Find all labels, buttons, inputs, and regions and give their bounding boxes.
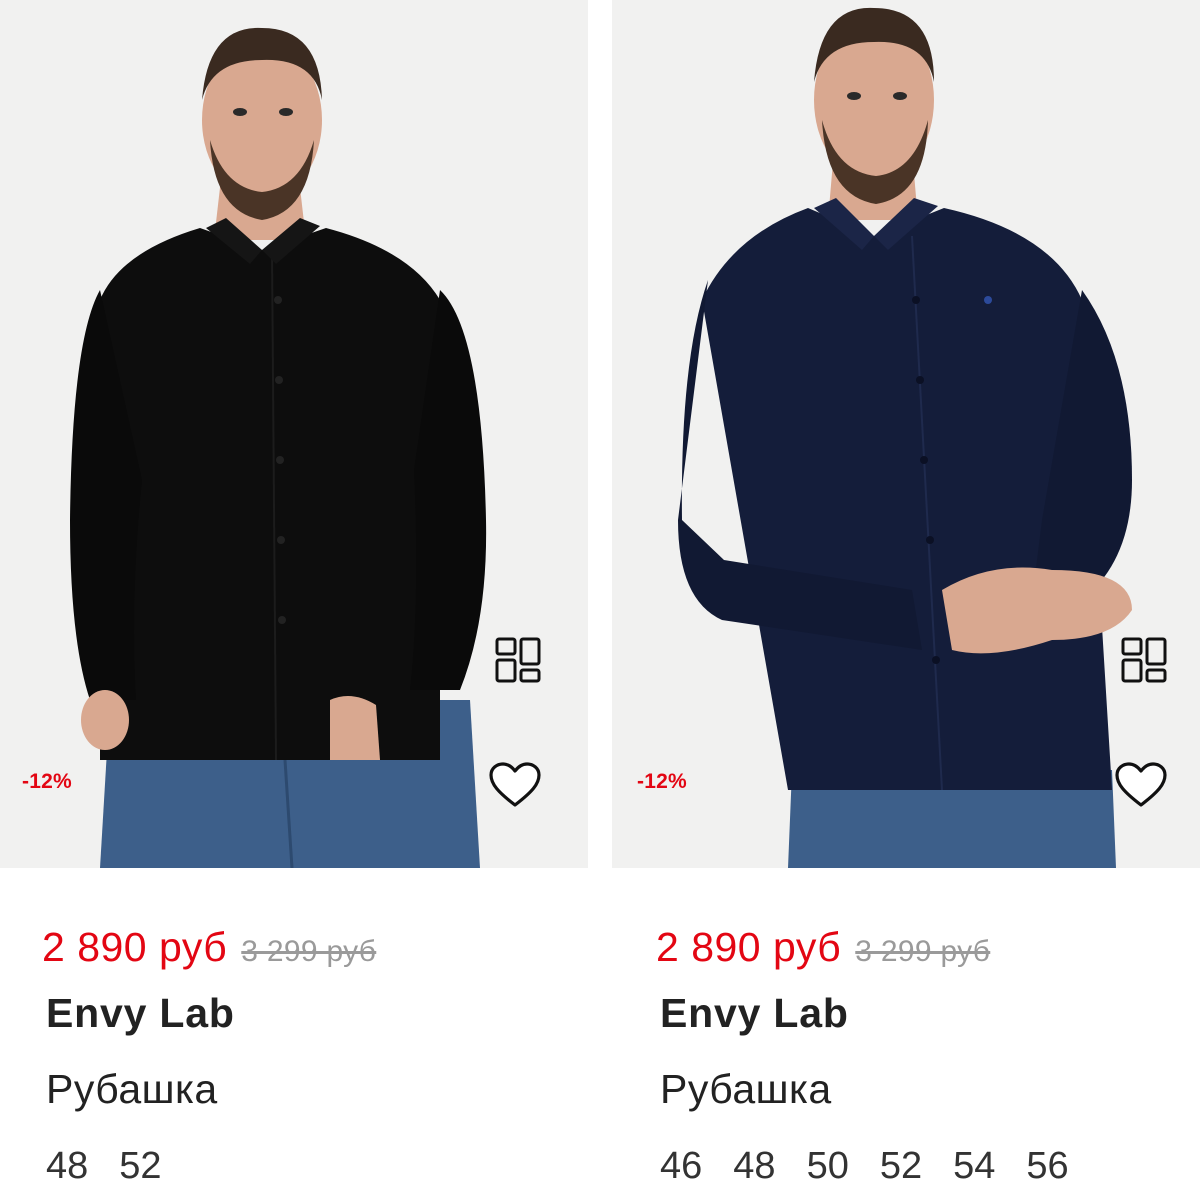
size-option[interactable]: 54	[953, 1145, 995, 1188]
look-grid-button[interactable]	[492, 634, 544, 686]
current-price: 2 890 руб	[42, 924, 228, 970]
product-grid: -12% 2 890 руб 3 299 руб Envy Lab Рубашк…	[0, 0, 1200, 1200]
product-card[interactable]: -12% 2 890 руб 3 299 руб Envy Lab Рубашк…	[0, 0, 588, 1200]
product-photo[interactable]: -12%	[0, 0, 588, 868]
size-option[interactable]: 46	[660, 1145, 702, 1188]
favorite-button[interactable]	[1112, 758, 1170, 812]
size-option[interactable]: 50	[807, 1145, 849, 1188]
discount-badge: -12%	[22, 770, 72, 793]
size-list: 46 48 50 52 54 56	[660, 1145, 1100, 1188]
size-option[interactable]: 52	[880, 1145, 922, 1188]
heart-icon	[489, 762, 541, 807]
product-type[interactable]: Рубашка	[660, 1066, 832, 1113]
old-price: 3 299 руб	[855, 935, 991, 968]
product-type[interactable]: Рубашка	[46, 1066, 218, 1113]
product-card[interactable]: -12% 2 890 руб 3 299 руб Envy Lab Рубашк…	[612, 0, 1200, 1200]
size-option[interactable]: 56	[1026, 1145, 1068, 1188]
brand-name[interactable]: Envy Lab	[46, 990, 235, 1037]
current-price: 2 890 руб	[656, 924, 842, 970]
size-option[interactable]: 48	[46, 1145, 88, 1188]
product-photo[interactable]: -12%	[612, 0, 1200, 868]
size-list: 48 52	[46, 1145, 193, 1188]
favorite-button[interactable]	[486, 758, 544, 812]
look-grid-icon	[495, 637, 541, 683]
look-grid-icon	[1121, 637, 1167, 683]
look-grid-button[interactable]	[1118, 634, 1170, 686]
brand-name[interactable]: Envy Lab	[660, 990, 849, 1037]
size-option[interactable]: 48	[733, 1145, 775, 1188]
old-price: 3 299 руб	[241, 935, 377, 968]
price-row: 2 890 руб 3 299 руб	[656, 924, 990, 971]
price-row: 2 890 руб 3 299 руб	[42, 924, 376, 971]
heart-icon	[1115, 762, 1167, 807]
discount-badge: -12%	[637, 770, 687, 793]
model-navy-shirt-illustration	[678, 7, 1132, 868]
model-black-shirt-illustration	[70, 27, 487, 868]
size-option[interactable]: 52	[119, 1145, 161, 1188]
